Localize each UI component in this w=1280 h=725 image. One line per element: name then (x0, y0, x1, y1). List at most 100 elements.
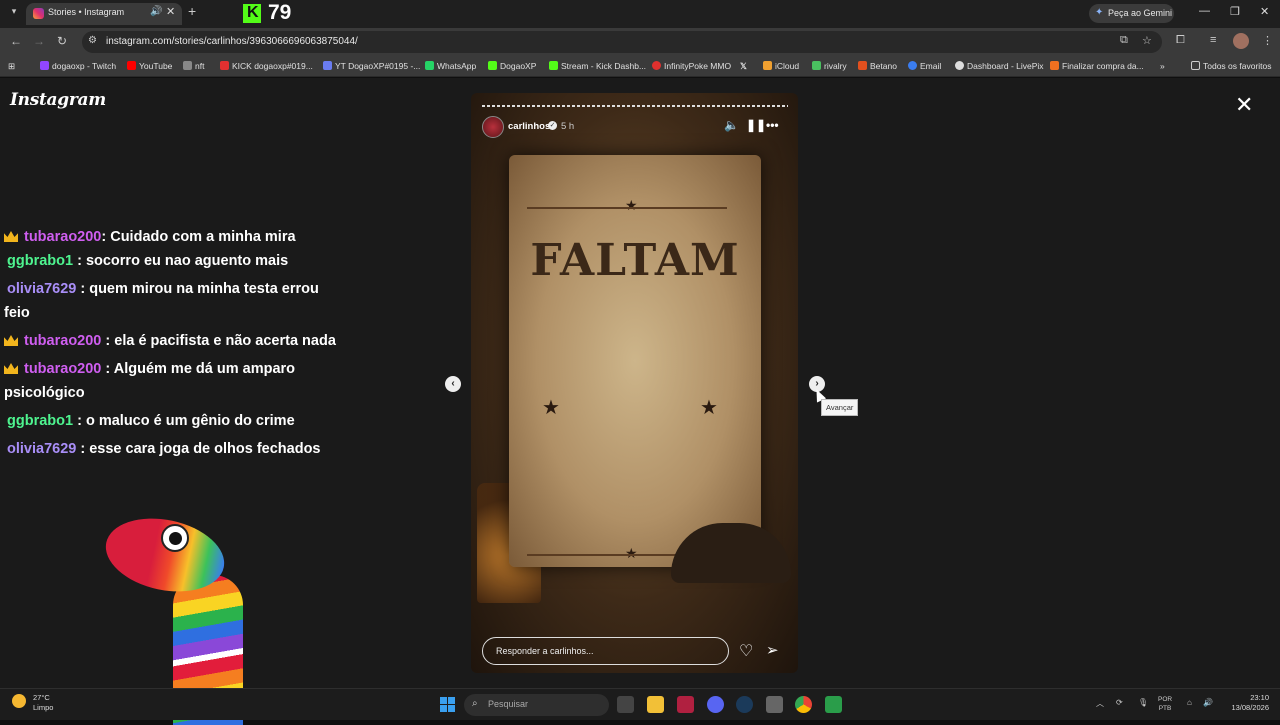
send-icon[interactable]: ➢ (766, 641, 779, 659)
star-icon: ★ (700, 397, 718, 419)
gemini-icon: ✦ (1095, 7, 1104, 18)
forward-icon[interactable]: → (33, 34, 45, 48)
reply-input[interactable]: Responder a carlinhos... (482, 637, 729, 665)
weather-widget[interactable]: 27°C Limpo (33, 693, 53, 713)
kick-icon (549, 61, 558, 70)
taskbar-search[interactable]: ⌕ Pesquisar (464, 694, 609, 716)
bookmark-4[interactable]: KICK dogaoxp#019... (220, 61, 313, 71)
divider (527, 207, 727, 209)
install-app-icon[interactable]: ⧉ (1120, 34, 1128, 47)
apps-icon[interactable]: ⊞ (8, 61, 15, 72)
bookmark-11[interactable]: iCloud (763, 61, 799, 71)
bookmark-3[interactable]: nft (183, 61, 204, 71)
chat-text: : Cuidado com a minha mira (101, 229, 296, 245)
x-icon: 𝕏 (740, 61, 747, 71)
instagram-favicon-icon (33, 8, 44, 19)
lang-line1: POR (1158, 696, 1173, 703)
omnibox[interactable]: ⚙ instagram.com/stories/carlinhos/396306… (82, 31, 1162, 53)
reload-icon[interactable]: ↻ (57, 34, 67, 48)
chrome-icon[interactable] (795, 696, 812, 713)
url-text[interactable]: instagram.com/stories/carlinhos/39630666… (106, 36, 358, 47)
steam-icon[interactable] (736, 696, 753, 713)
bookmark-label: rivalry (824, 61, 847, 71)
bookmark-14[interactable]: Email (908, 61, 941, 71)
bookmark-label: Finalizar compra da... (1062, 61, 1144, 71)
yt-icon (323, 61, 332, 70)
chat-message: tubarao200 : Alguém me dá um amparo psic… (4, 357, 344, 405)
back-icon[interactable]: ← (10, 34, 22, 48)
extensions-icon[interactable]: ⧠ (1176, 34, 1185, 47)
bookmark-13[interactable]: Betano (858, 61, 897, 71)
sock-pupil (169, 532, 182, 545)
bookmark-1[interactable]: dogaoxp - Twitch (40, 61, 116, 71)
clock[interactable]: 23:10 13/08/2026 (1225, 693, 1269, 713)
app-icon[interactable] (766, 696, 783, 713)
bookmark-9[interactable]: InfinityPoke MMO (652, 61, 731, 71)
speaker-icon[interactable]: 🔊 (150, 6, 162, 17)
valorant-icon[interactable] (677, 696, 694, 713)
bookmark-12[interactable]: rivalry (812, 61, 847, 71)
story-username[interactable]: carlinhos (508, 121, 550, 132)
bookmark-label: iCloud (775, 61, 800, 71)
site-info-icon[interactable]: ⚙ (88, 35, 97, 46)
crown-icon (4, 363, 18, 374)
instagram-logo[interactable]: Instagram (10, 90, 106, 110)
whatsapp-icon (425, 61, 434, 70)
restore-icon[interactable]: ❐ (1230, 5, 1240, 18)
chat-text: : socorro eu nao aguento mais (77, 253, 289, 269)
more-options-icon[interactable]: ••• (766, 118, 779, 132)
story-progress-bar (482, 105, 788, 107)
file-explorer-icon[interactable] (647, 696, 664, 713)
bookmark-8[interactable]: Stream - Kick Dashb... (549, 61, 646, 71)
bookmark-15[interactable]: Dashboard - LivePix (955, 61, 1044, 71)
discord-icon[interactable] (707, 696, 724, 713)
bookmark-star-icon[interactable]: ☆ (1142, 34, 1152, 47)
chat-user: olivia7629 (7, 281, 77, 297)
all-bookmarks[interactable]: Todos os favoritos (1191, 61, 1272, 71)
windows-start-icon[interactable] (440, 697, 455, 712)
minimize-icon[interactable]: — (1199, 5, 1210, 17)
lang-line2: PTB (1158, 705, 1172, 712)
chat-user: ggbrabo1 (7, 413, 74, 429)
pause-icon[interactable]: ❚❚ (746, 118, 766, 132)
network-icon[interactable]: ⌂ (1187, 698, 1192, 707)
close-story-icon[interactable]: ✕ (1235, 92, 1253, 118)
star-icon: ★ (625, 197, 638, 213)
avatar[interactable] (482, 116, 504, 138)
pokeball-icon (652, 61, 661, 70)
bookmark-label: YouTube (139, 61, 173, 71)
tray-app-icon[interactable]: ⟳ (1116, 698, 1123, 707)
close-window-icon[interactable]: ✕ (1260, 5, 1269, 18)
volume-icon[interactable]: 🔈 (724, 118, 739, 132)
bookmark-x[interactable]: 𝕏 (740, 61, 747, 72)
chat-user: olivia7629 (7, 441, 77, 457)
kick-icon (220, 61, 229, 70)
profile-avatar[interactable] (1233, 33, 1249, 49)
close-tab-icon[interactable]: ✕ (166, 5, 175, 18)
bookmark-label: nft (195, 61, 205, 71)
menu-icon[interactable]: ⋮ (1262, 34, 1273, 47)
tray-chevron-icon[interactable]: ︿ (1096, 698, 1104, 709)
language-indicator[interactable]: POR PTB (1158, 695, 1172, 713)
tab-search-icon[interactable]: ▾ (6, 6, 22, 22)
media-control-icon[interactable]: ≡ (1210, 34, 1216, 46)
bookmark-6[interactable]: WhatsApp (425, 61, 476, 71)
microphone-icon[interactable]: 🎙 (1138, 698, 1148, 707)
clock-date: 13/08/2026 (1231, 703, 1269, 712)
gemini-button[interactable]: ✦ Peça ao Gemini (1089, 4, 1174, 23)
bookmark-2[interactable]: YouTube (127, 61, 172, 71)
bookmark-5[interactable]: YT DogaoXP#0195 -... (323, 61, 420, 71)
bookmark-7[interactable]: DogaoXP (488, 61, 536, 71)
bookmark-16[interactable]: Finalizar compra da... (1050, 61, 1144, 71)
story-viewer[interactable]: carlinhos ✓ 5 h 🔈 ❚❚ ••• ★ FALTAM ★ ★ ★ … (471, 93, 798, 673)
weather-moon-icon[interactable] (12, 694, 26, 708)
previous-story-icon[interactable]: ‹ (445, 376, 461, 392)
task-view-icon[interactable] (617, 696, 634, 713)
more-bookmarks-icon[interactable]: » (1160, 61, 1165, 71)
new-tab-button[interactable]: + (188, 3, 196, 19)
viewer-count: 79 (268, 1, 292, 24)
tab-instagram[interactable]: Stories • Instagram 🔊 ✕ (26, 3, 182, 25)
like-heart-icon[interactable]: ♡ (739, 641, 753, 661)
volume-tray-icon[interactable]: 🔊 (1203, 698, 1213, 707)
streaming-app-icon[interactable] (825, 696, 842, 713)
